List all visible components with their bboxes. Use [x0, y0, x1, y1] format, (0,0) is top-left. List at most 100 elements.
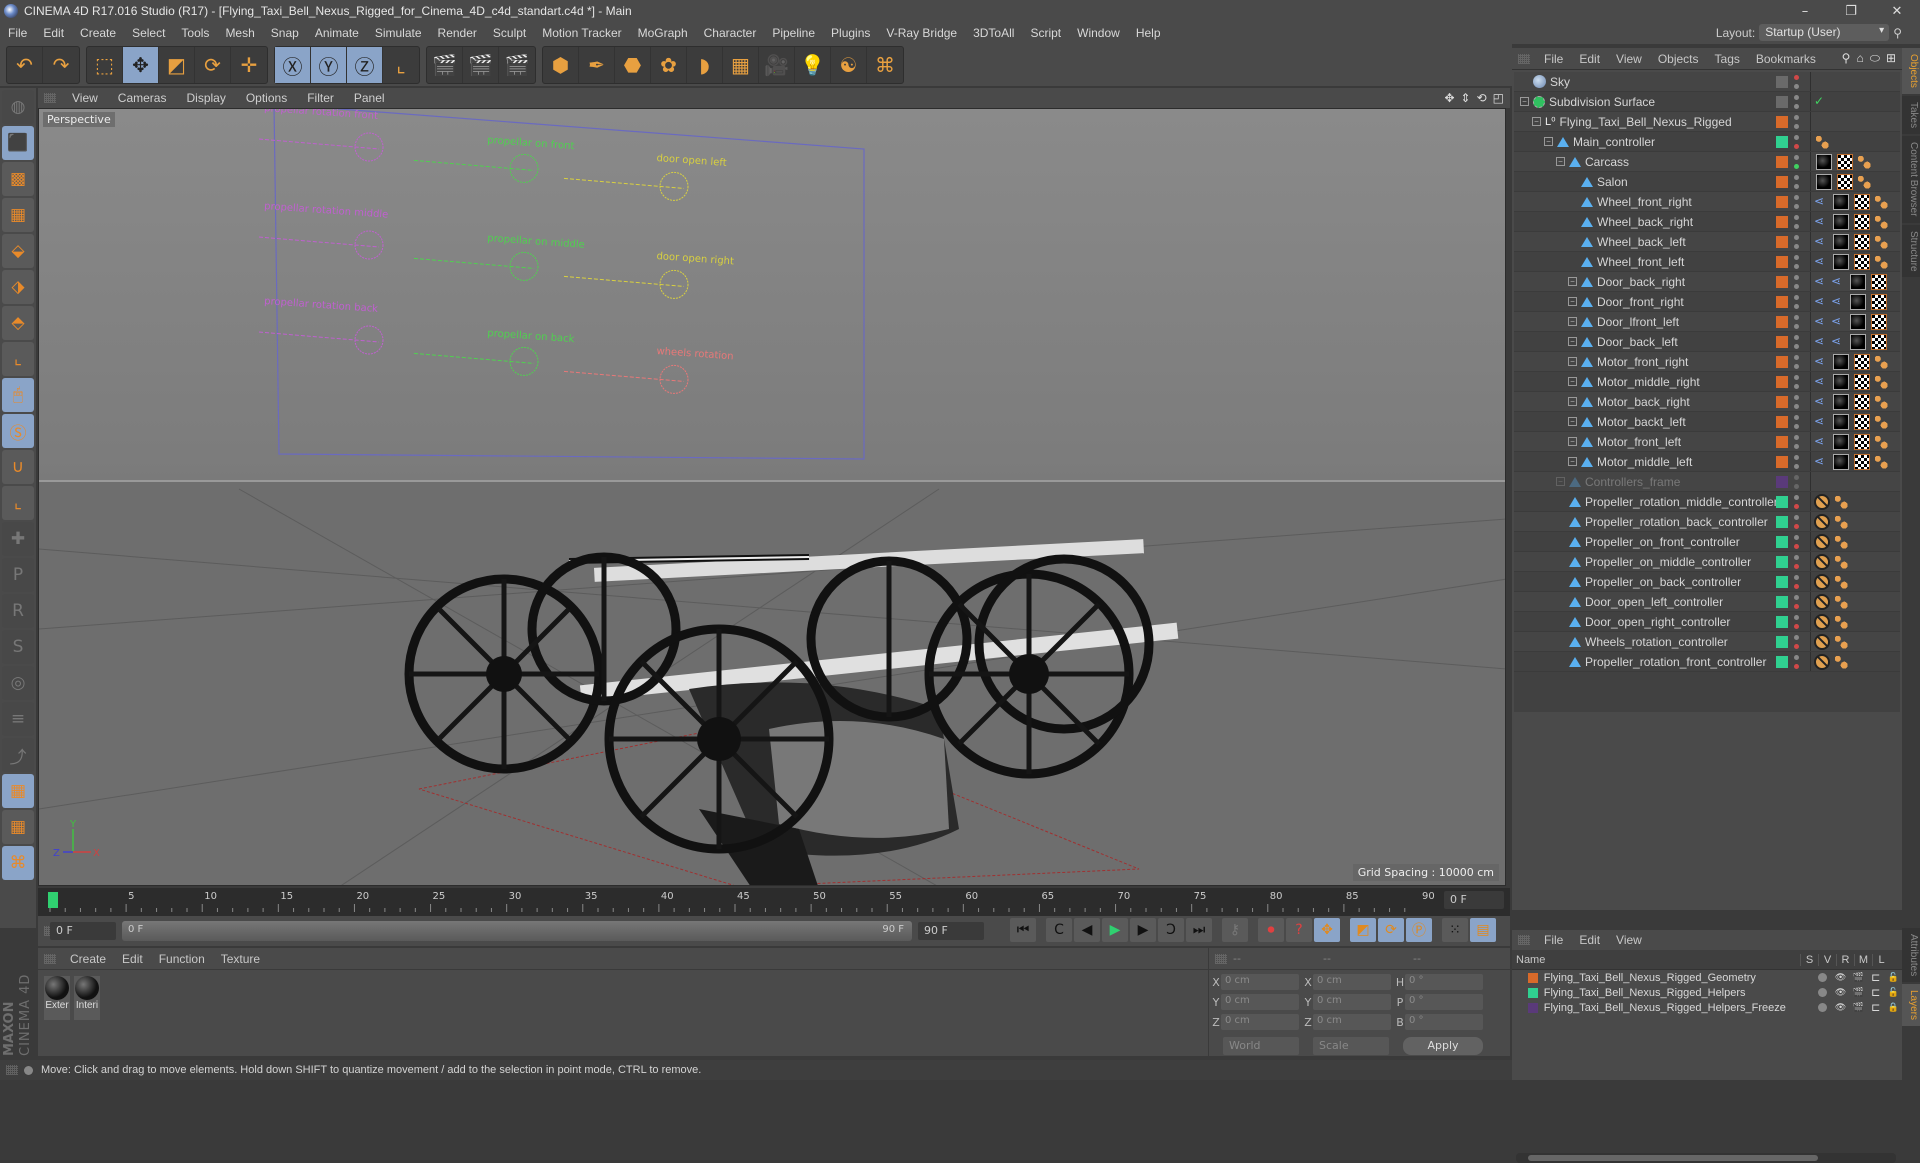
lock-r-icon[interactable]: R — [2, 594, 34, 628]
weight-tag-icon[interactable] — [1833, 513, 1849, 530]
material-tag-icon[interactable] — [1850, 333, 1866, 350]
visibility-dots[interactable] — [1794, 414, 1799, 429]
material-tag-icon[interactable] — [1833, 253, 1849, 270]
visibility-dot[interactable] — [1794, 383, 1799, 389]
workplane-axis-icon[interactable]: ⌞ — [2, 486, 34, 520]
visibility-dot[interactable] — [1794, 423, 1799, 429]
coordinate-system-icon[interactable]: ⌞ — [383, 47, 419, 83]
visibility-dots[interactable] — [1794, 494, 1799, 509]
visibility-dot[interactable] — [1794, 594, 1799, 600]
visibility-dots[interactable] — [1794, 254, 1799, 269]
panel-grip[interactable] — [1518, 53, 1530, 64]
visibility-dots[interactable] — [1794, 554, 1799, 569]
viewport-menu-panel[interactable]: Panel — [344, 91, 395, 105]
python-icon[interactable]: ⌘ — [2, 846, 34, 880]
y-axis-icon[interactable]: Ⓨ — [311, 47, 347, 83]
menu-window[interactable]: Window — [1069, 26, 1128, 40]
menu-file[interactable]: File — [0, 26, 35, 40]
menu-script[interactable]: Script — [1022, 26, 1069, 40]
visibility-dots[interactable] — [1794, 614, 1799, 629]
texture-tag-icon[interactable] — [1871, 333, 1887, 350]
expresso-tag-icon[interactable]: ⋖ — [1814, 414, 1828, 430]
visibility-dot[interactable] — [1794, 274, 1799, 280]
material-tag-icon[interactable] — [1816, 173, 1832, 190]
visibility-dots[interactable] — [1794, 434, 1799, 449]
next-frame-icon[interactable]: ▶ — [1130, 918, 1156, 942]
visibility-dot[interactable] — [1794, 583, 1799, 589]
visibility-dot[interactable] — [1794, 434, 1799, 440]
visibility-dot[interactable] — [1794, 623, 1799, 629]
layer-menu-file[interactable]: File — [1536, 933, 1571, 947]
side-tab-objects[interactable]: Objects — [1902, 48, 1920, 94]
material-swatch[interactable]: Exter — [44, 976, 70, 1020]
object-row[interactable]: − Door_front_right ⋖ ⋖ — [1514, 292, 1900, 312]
weight-tag-icon[interactable] — [1873, 433, 1889, 450]
material-tag-icon[interactable] — [1833, 433, 1849, 450]
live-selection-icon[interactable]: ⬚ — [87, 47, 123, 83]
coordinate-mode-dropdown[interactable]: World — [1223, 1037, 1299, 1055]
undo-icon[interactable]: ↶ — [7, 47, 43, 83]
prev-frame-icon[interactable]: ◀ — [1074, 918, 1100, 942]
visibility-dot[interactable] — [1794, 243, 1799, 249]
expand-toggle[interactable]: − — [1568, 377, 1577, 386]
visibility-dots[interactable] — [1794, 594, 1799, 609]
layer-color-swatch[interactable] — [1776, 575, 1788, 588]
polygons-mode-icon[interactable]: ⬘ — [2, 306, 34, 340]
visibility-dots[interactable] — [1794, 74, 1799, 89]
object-row[interactable]: Wheels_rotation_controller — [1514, 632, 1900, 652]
transform-icon[interactable]: ✛ — [231, 47, 267, 83]
light-icon[interactable]: 💡 — [795, 47, 831, 83]
object-row[interactable]: − Door_back_left ⋖ ⋖ — [1514, 332, 1900, 352]
texture-tag-icon[interactable] — [1854, 253, 1870, 270]
render-settings-icon[interactable]: 🎬 — [499, 47, 535, 83]
menu-mograph[interactable]: MoGraph — [630, 26, 696, 40]
goto-end-icon[interactable]: ⏭ — [1186, 918, 1212, 942]
texture-mode-icon[interactable]: ▩ — [2, 162, 34, 196]
visibility-dots[interactable] — [1794, 454, 1799, 469]
menu-animate[interactable]: Animate — [307, 26, 367, 40]
size-z-field[interactable]: 0 cm — [1313, 1014, 1391, 1030]
solo-toggle-icon[interactable] — [1817, 988, 1827, 997]
weight-tag-icon[interactable] — [1873, 193, 1889, 210]
visibility-dot[interactable] — [1794, 254, 1799, 260]
material-tag-icon[interactable] — [1833, 453, 1849, 470]
weight-tag-icon[interactable] — [1833, 493, 1849, 510]
visibility-dot[interactable] — [1794, 514, 1799, 520]
visibility-dot[interactable] — [1794, 503, 1799, 509]
cloner-icon[interactable]: ✿ — [651, 47, 687, 83]
expresso-tag-icon[interactable]: ⋖ — [1814, 314, 1828, 330]
visibility-dot[interactable] — [1794, 574, 1799, 580]
expresso-tag-icon[interactable]: ⋖ — [1831, 314, 1845, 330]
apply-button[interactable]: Apply — [1403, 1037, 1483, 1055]
snap-icon[interactable]: ∪ — [2, 450, 34, 484]
minimize-button[interactable]: – — [1782, 0, 1828, 22]
texture-tag-icon[interactable] — [1837, 173, 1853, 190]
material-tag-icon[interactable] — [1833, 233, 1849, 250]
layer-color-swatch[interactable] — [1776, 155, 1788, 168]
redo-icon[interactable]: ↷ — [43, 47, 79, 83]
layer-column-name[interactable]: Name — [1512, 954, 1800, 966]
axis-mode-icon[interactable]: ⌞ — [2, 342, 34, 376]
menu-simulate[interactable]: Simulate — [367, 26, 430, 40]
visibility-dots[interactable] — [1794, 294, 1799, 309]
move-view-icon[interactable]: ✥ — [1444, 91, 1454, 105]
object-row[interactable]: − Main_controller — [1514, 132, 1900, 152]
z-axis-icon[interactable]: Ⓩ — [347, 47, 383, 83]
solo-toggle-icon[interactable] — [1817, 1003, 1827, 1012]
weight-tag-icon[interactable] — [1833, 593, 1849, 610]
visibility-dot[interactable] — [1794, 94, 1799, 100]
layout-dropdown[interactable]: Startup (User) — [1759, 24, 1890, 41]
texture-tag-icon[interactable] — [1854, 213, 1870, 230]
visibility-dots[interactable] — [1794, 634, 1799, 649]
expand-toggle[interactable]: − — [1520, 97, 1529, 106]
visibility-dots[interactable] — [1794, 654, 1799, 669]
material-swatch[interactable]: Interi — [74, 976, 100, 1020]
weight-tag-icon[interactable] — [1873, 413, 1889, 430]
visibility-dot[interactable] — [1794, 563, 1799, 569]
controller-wheels-rotation[interactable]: wheels rotation — [563, 346, 734, 394]
object-row[interactable]: Propeller_on_front_controller — [1514, 532, 1900, 552]
layer-color-swatch[interactable] — [1776, 335, 1788, 348]
make-editable-icon[interactable]: ◍ — [2, 90, 34, 124]
visibility-dot[interactable] — [1794, 154, 1799, 160]
expresso-tag-icon[interactable]: ⋖ — [1814, 454, 1828, 470]
